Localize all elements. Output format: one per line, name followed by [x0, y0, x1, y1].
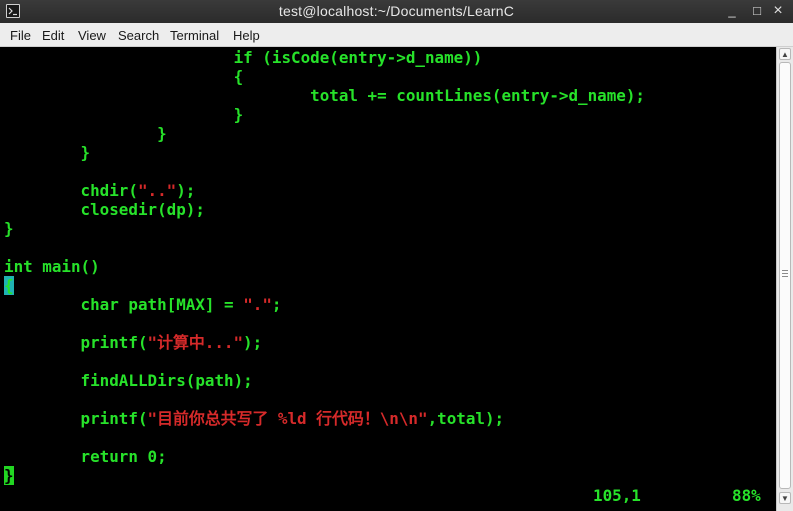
string-literal: "计算中..." [147, 333, 244, 352]
close-button[interactable]: × [769, 2, 787, 20]
code-segment: chdir( [4, 181, 138, 200]
code-segment: printf( [4, 333, 148, 352]
minimize-button[interactable]: _ [723, 2, 741, 20]
window-titlebar: test@localhost:~/Documents/LearnC _ □ × [0, 0, 793, 23]
code-segment: ; [271, 295, 282, 314]
code-line: printf("计算中..."); [4, 333, 263, 352]
string-literal: "目前你总共写了 %ld 行代码！\n\n" [147, 409, 428, 428]
menu-bar: File Edit View Search Terminal Help [0, 23, 793, 47]
code-segment: printf( [4, 409, 148, 428]
code-line: printf("目前你总共写了 %ld 行代码！\n\n",total); [4, 409, 505, 428]
terminal-area[interactable]: if (isCode(entry->d_name)) { total += co… [0, 47, 776, 511]
scroll-percent: 88% [732, 486, 761, 505]
code-segment: ,total); [427, 409, 505, 428]
code-line: closedir(dp); [4, 200, 205, 219]
scroll-thumb[interactable] [779, 62, 791, 489]
code-line: } [4, 219, 14, 238]
code-line: char path[MAX] = "."; [4, 295, 282, 314]
code-line: if (isCode(entry->d_name)) [4, 48, 483, 67]
string-literal: ".." [137, 181, 177, 200]
scroll-up-arrow-icon[interactable]: ▲ [779, 48, 791, 60]
code-line: { [4, 67, 244, 86]
scroll-down-arrow-icon[interactable]: ▼ [779, 492, 791, 504]
code-line: } [4, 143, 91, 162]
code-line: } [4, 105, 244, 124]
code-line: chdir(".."); [4, 181, 196, 200]
code-segment: char path[MAX] = [4, 295, 244, 314]
code-line: int main() [4, 257, 100, 276]
code-segment: ); [176, 181, 196, 200]
maximize-button[interactable]: □ [748, 2, 766, 20]
code-line: { [4, 276, 14, 295]
code-line: } [4, 466, 14, 485]
text-cursor: } [4, 466, 14, 485]
string-literal: "." [243, 295, 272, 314]
cursor-position: 105,1 [593, 486, 641, 505]
menu-edit[interactable]: Edit [42, 28, 64, 43]
code-line: findALLDirs(path); [4, 371, 253, 390]
menu-file[interactable]: File [10, 28, 31, 43]
menu-terminal[interactable]: Terminal [170, 28, 219, 43]
window-title: test@localhost:~/Documents/LearnC [278, 3, 515, 19]
matched-brace: { [4, 276, 14, 295]
code-line: return 0; [4, 447, 167, 466]
menu-help[interactable]: Help [233, 28, 260, 43]
menu-search[interactable]: Search [118, 28, 159, 43]
vertical-scrollbar[interactable]: ▲ ▼ [776, 47, 793, 511]
code-segment: ); [243, 333, 263, 352]
code-line: } [4, 124, 167, 143]
code-line: total += countLines(entry->d_name); [4, 86, 645, 105]
grip-icon [782, 270, 788, 277]
menu-view[interactable]: View [78, 28, 106, 43]
